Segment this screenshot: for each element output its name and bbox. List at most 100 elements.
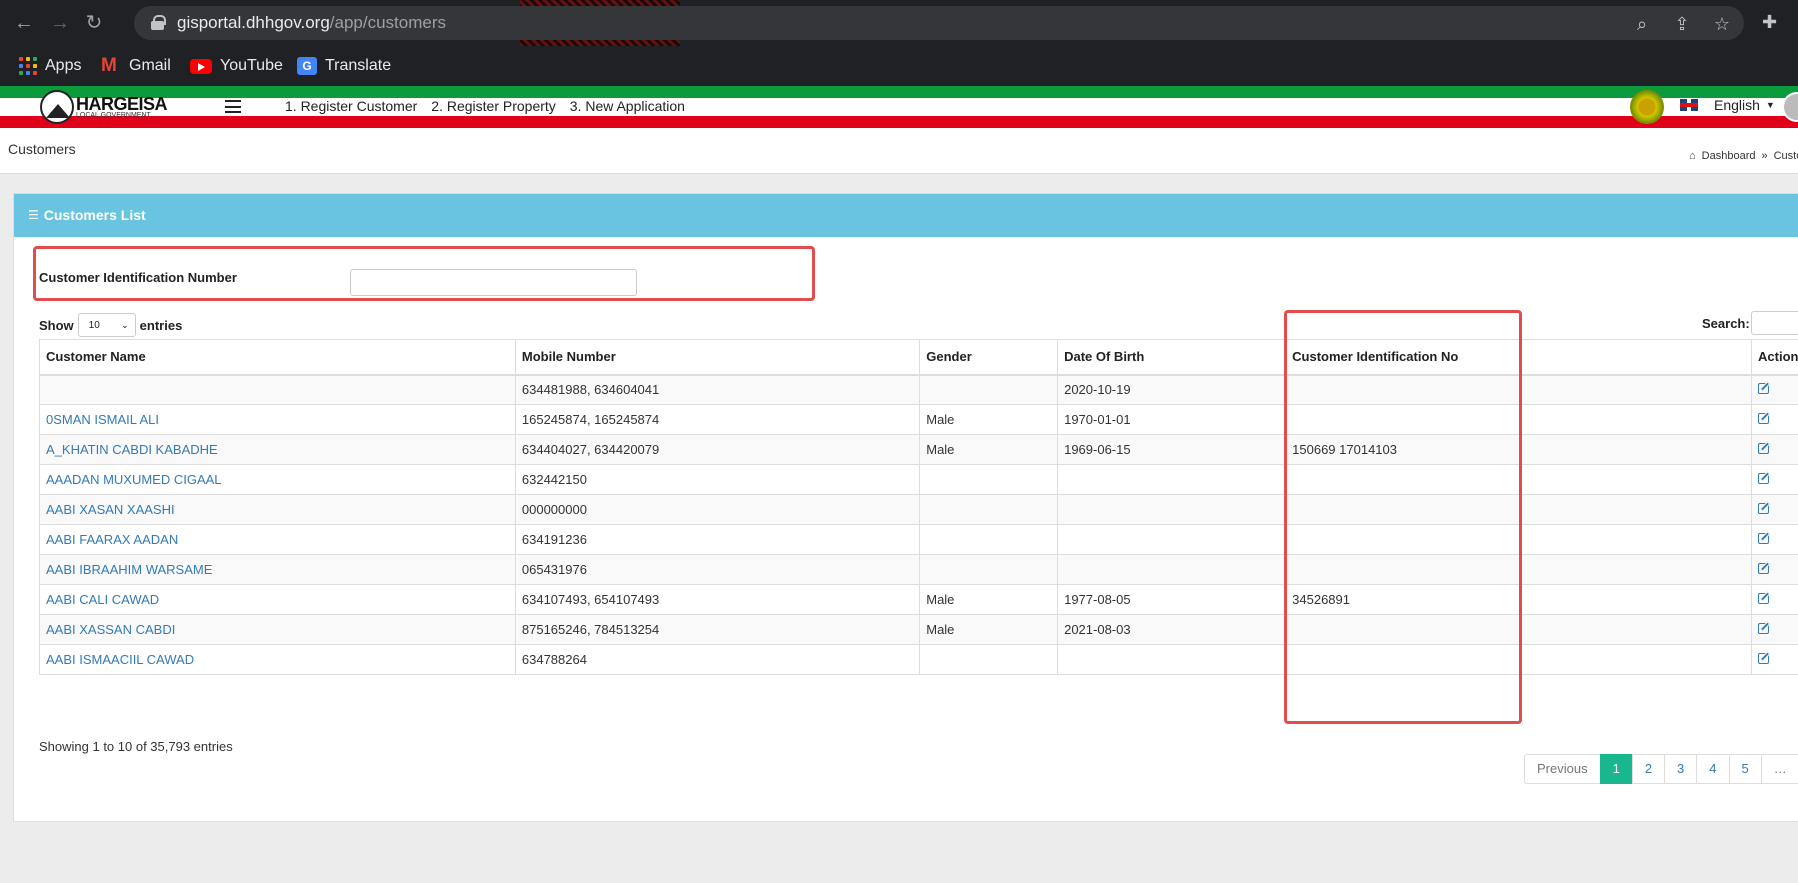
cell-gender: Male xyxy=(919,584,1059,615)
cell-mobile-number-text: 634481988, 634604041 xyxy=(521,382,660,398)
edit-icon[interactable] xyxy=(1758,443,1770,454)
cell-customer-name-text[interactable]: AAADAN MUXUMED CIGAAL xyxy=(46,472,222,487)
col-customer-id[interactable]: Customer Identification No xyxy=(1285,339,1753,376)
bookmark-gmail[interactable]: Gmail xyxy=(101,46,171,86)
cell-action xyxy=(1751,614,1798,645)
bookmark-youtube[interactable]: YouTube xyxy=(190,46,283,86)
edit-icon[interactable] xyxy=(1758,383,1770,395)
cell-mobile-number-text: 165245874, 165245874 xyxy=(521,412,660,427)
nav-register-customer[interactable]: 1. Register Customer xyxy=(285,98,417,116)
uk-flag-icon xyxy=(1680,99,1698,111)
extensions-puzzle-icon[interactable]: ✚ xyxy=(1762,12,1777,33)
bookmark-apps[interactable]: Apps xyxy=(19,46,81,86)
edit-icon[interactable] xyxy=(1758,413,1770,424)
cell-customer-name: 0SMAN ISMAIL ALI xyxy=(39,404,516,435)
browser-toolbar: ← → ↻ gisportal.dhhgov.org/app/customers… xyxy=(0,0,1798,46)
cell-gender-text: Male xyxy=(926,412,955,427)
col-mobile-number[interactable]: Mobile Number xyxy=(514,339,921,376)
breadcrumb: ⌂ Dashboard » Custo xyxy=(1689,150,1798,162)
bookmark-label: Gmail xyxy=(129,57,171,74)
edit-icon[interactable] xyxy=(1758,503,1770,514)
table-row: 0SMAN ISMAIL ALI 165245874, 165245874 Male… xyxy=(39,404,1798,435)
page-length-select[interactable]: 10 ⌄ xyxy=(77,313,136,337)
col-date-of-birth[interactable]: Date Of Birth xyxy=(1057,339,1287,376)
cell-customer-id xyxy=(1285,554,1753,585)
cell-date-of-birth: 2021-08-03 xyxy=(1057,614,1287,645)
edit-icon[interactable] xyxy=(1758,623,1770,634)
share-icon[interactable]: ⇪ xyxy=(1671,13,1693,35)
address-bar[interactable]: gisportal.dhhgov.org/app/customers ⌕ ⇪ ☆ xyxy=(134,6,1744,40)
list-icon: ☰ xyxy=(28,208,39,222)
cell-customer-name-text[interactable]: AABI FAARAX AADAN xyxy=(46,532,178,547)
cell-action xyxy=(1751,374,1798,405)
cell-customer-id-text: 150669 17014103 xyxy=(1292,442,1397,457)
pagination-page[interactable]: 4 xyxy=(1696,754,1730,784)
panel-title: ☰ Customers List xyxy=(28,207,146,223)
cell-customer-id xyxy=(1285,374,1753,405)
cell-customer-id xyxy=(1285,524,1753,555)
bookmark-label: Translate xyxy=(325,57,392,74)
top-nav: 1. Register Customer 2. Register Propert… xyxy=(285,98,685,116)
edit-icon[interactable] xyxy=(1758,473,1770,484)
col-action: Action xyxy=(1751,339,1798,376)
bookmark-label: YouTube xyxy=(220,57,283,74)
cell-customer-name-text[interactable]: AABI IBRAAHIM WARSAME xyxy=(46,562,212,577)
cell-customer-name-text[interactable]: 0SMAN ISMAIL ALI xyxy=(46,412,159,427)
lock-icon[interactable] xyxy=(151,15,166,30)
cell-customer-name: AABI XASSAN CABDI xyxy=(39,614,516,645)
cell-customer-name-text[interactable]: AABI CALI CAWAD xyxy=(46,592,159,607)
cell-customer-name-text[interactable]: AABI XASSAN CABDI xyxy=(46,622,175,637)
breadcrumb-dashboard[interactable]: Dashboard xyxy=(1702,150,1756,162)
cell-mobile-number: 634191236 xyxy=(514,524,921,555)
language-label: English xyxy=(1714,97,1760,113)
back-arrow-icon[interactable]: ← xyxy=(10,9,38,37)
zoom-icon[interactable]: ⌕ xyxy=(1631,13,1653,35)
forward-arrow-icon[interactable]: → xyxy=(46,9,74,37)
pagination-page[interactable]: 5 xyxy=(1728,754,1762,784)
cell-gender-text: Male xyxy=(926,442,955,457)
url-text[interactable]: gisportal.dhhgov.org/app/customers xyxy=(177,13,446,33)
table-row: A_KHATIN CABDI KABADHE 634404027, 6344200… xyxy=(39,434,1798,465)
search-label: Search: xyxy=(1702,315,1750,331)
cell-customer-name-text[interactable]: AABI ISMAACIIL CAWAD xyxy=(46,652,194,667)
bookmark-star-icon[interactable]: ☆ xyxy=(1711,13,1733,35)
apps-grid-icon xyxy=(19,57,37,75)
cell-mobile-number-text: 875165246, 784513254 xyxy=(521,622,660,637)
language-selector[interactable]: English ▼ xyxy=(1680,97,1775,113)
pagination-page[interactable]: 1 xyxy=(1599,754,1633,784)
page-header: Customers ⌂ Dashboard » Custo xyxy=(0,128,1798,174)
cell-gender: Male xyxy=(919,434,1059,465)
reload-icon[interactable]: ↻ xyxy=(80,9,108,37)
page-title: Customers xyxy=(8,141,76,157)
entries-label: entries xyxy=(139,317,183,333)
cell-customer-name-text[interactable]: AABI XASAN XAASHI xyxy=(46,502,175,517)
pagination-previous[interactable]: Previous xyxy=(1524,754,1601,784)
table-row: AABI XASSAN CABDI 875165246, 784513254 Mal… xyxy=(39,614,1798,645)
cell-mobile-number: 065431976 xyxy=(514,554,921,585)
cell-date-of-birth-text: 2020-10-19 xyxy=(1064,382,1131,398)
col-customer-name[interactable]: Customer Name xyxy=(39,339,516,376)
pagination-page[interactable]: 3 xyxy=(1664,754,1698,784)
cell-gender xyxy=(919,494,1059,525)
table-row: 634481988, 634604041 2020-10-19 xyxy=(39,374,1798,405)
hargeisa-logo[interactable]: HARGEISA LOCAL GOVERNMENT xyxy=(40,90,168,124)
nav-register-property[interactable]: 2. Register Property xyxy=(431,98,556,116)
menu-toggle-icon[interactable] xyxy=(225,100,241,113)
cell-customer-name-text[interactable]: A_KHATIN CABDI KABADHE xyxy=(46,442,218,457)
table-row: AABI FAARAX AADAN 634191236 xyxy=(39,524,1798,555)
logo-main: HARGEISA xyxy=(76,94,168,114)
pagination-page[interactable]: 2 xyxy=(1631,754,1666,784)
search-input[interactable] xyxy=(1750,311,1798,335)
highlight-box-filter xyxy=(33,246,815,301)
nav-new-application[interactable]: 3. New Application xyxy=(570,98,685,116)
cell-mobile-number: 632442150 xyxy=(514,464,921,495)
translate-icon: G xyxy=(297,57,317,75)
cell-customer-name: AABI FAARAX AADAN xyxy=(39,524,516,555)
edit-icon[interactable] xyxy=(1758,593,1770,604)
bookmark-translate[interactable]: G Translate xyxy=(297,46,391,86)
edit-icon[interactable] xyxy=(1758,653,1770,664)
edit-icon[interactable] xyxy=(1758,563,1770,574)
col-gender[interactable]: Gender xyxy=(919,339,1059,376)
edit-icon[interactable] xyxy=(1758,533,1770,544)
cell-date-of-birth xyxy=(1057,644,1287,675)
